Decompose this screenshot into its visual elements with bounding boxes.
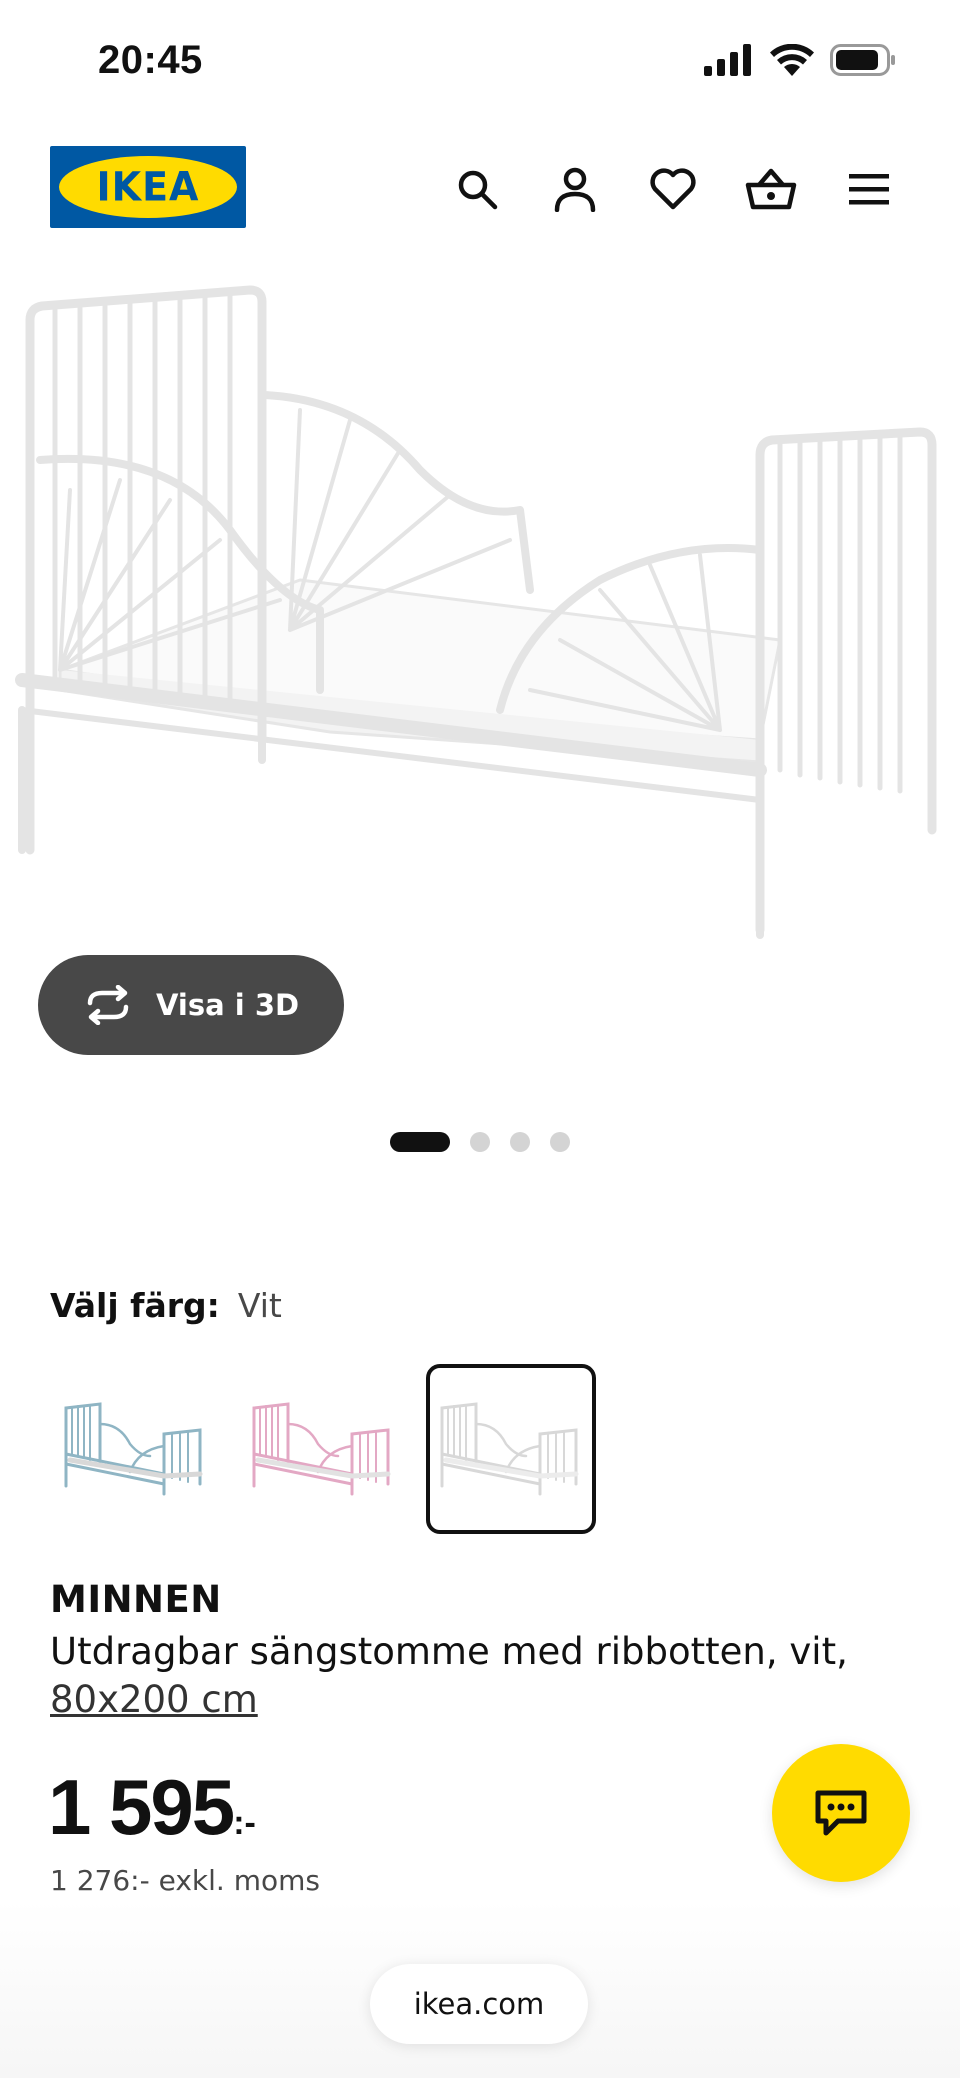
product-image[interactable] bbox=[0, 270, 960, 960]
gallery-dot-3[interactable] bbox=[510, 1132, 530, 1152]
header-nav bbox=[448, 160, 898, 218]
product-price: 1 595 :- bbox=[48, 1762, 256, 1853]
status-time: 20:45 bbox=[98, 38, 203, 82]
product-size-link[interactable]: 80x200 cm bbox=[50, 1678, 258, 1721]
ikea-logo[interactable]: IKEA bbox=[50, 146, 246, 228]
cellular-signal-icon bbox=[704, 44, 751, 76]
color-swatch-pink[interactable] bbox=[238, 1364, 408, 1534]
heart-icon bbox=[650, 168, 696, 210]
view-in-3d-button[interactable]: Visa i 3D bbox=[38, 955, 344, 1055]
selected-color-value: Vit bbox=[237, 1286, 282, 1325]
chat-button[interactable] bbox=[772, 1744, 910, 1882]
gallery-dot-1[interactable] bbox=[390, 1132, 450, 1152]
search-icon bbox=[458, 170, 498, 210]
favourites-button[interactable] bbox=[644, 160, 702, 218]
logo-oval: IKEA bbox=[59, 156, 237, 218]
bed-thumbnail-white bbox=[440, 1402, 579, 1496]
bed-thumbnail-light-blue bbox=[64, 1402, 203, 1496]
menu-icon bbox=[849, 174, 889, 205]
status-bar: 20:45 bbox=[0, 0, 960, 120]
site-header: IKEA bbox=[0, 140, 960, 240]
product-description-text: Utdragbar sängstomme med ribbotten, vit, bbox=[50, 1630, 848, 1673]
bed-thumbnail-pink bbox=[252, 1402, 391, 1496]
gallery-dot-4[interactable] bbox=[550, 1132, 570, 1152]
basket-button[interactable] bbox=[742, 160, 800, 218]
price-suffix: :- bbox=[233, 1804, 256, 1842]
logo-text: IKEA bbox=[96, 163, 200, 211]
status-icons bbox=[704, 44, 896, 76]
product-description: Utdragbar sängstomme med ribbotten, vit,… bbox=[50, 1628, 890, 1724]
view-in-3d-label: Visa i 3D bbox=[156, 988, 300, 1022]
color-picker-label: Välj färg: bbox=[50, 1286, 220, 1325]
price-main: 1 595 bbox=[48, 1763, 235, 1851]
product-name: MINNEN bbox=[50, 1578, 222, 1621]
wifi-icon bbox=[770, 44, 814, 76]
gallery-dot-2[interactable] bbox=[470, 1132, 490, 1152]
account-button[interactable] bbox=[546, 160, 604, 218]
bed-illustration bbox=[15, 285, 937, 939]
color-swatch-white[interactable] bbox=[426, 1364, 596, 1534]
menu-button[interactable] bbox=[840, 160, 898, 218]
rotate-3d-icon bbox=[87, 985, 129, 1025]
price-excl-vat: 1 276:- exkl. moms bbox=[50, 1864, 320, 1897]
chat-icon bbox=[815, 1790, 867, 1836]
basket-icon bbox=[745, 168, 797, 210]
battery-icon bbox=[830, 44, 895, 76]
browser-url-bar[interactable]: ikea.com bbox=[370, 1964, 588, 2044]
color-swatch-light-blue[interactable] bbox=[50, 1364, 220, 1534]
gallery-pagination bbox=[390, 1132, 570, 1152]
account-icon bbox=[554, 167, 596, 212]
search-button[interactable] bbox=[448, 160, 506, 218]
color-picker-header: Välj färg: Vit bbox=[50, 1286, 282, 1325]
color-swatches bbox=[50, 1364, 596, 1534]
